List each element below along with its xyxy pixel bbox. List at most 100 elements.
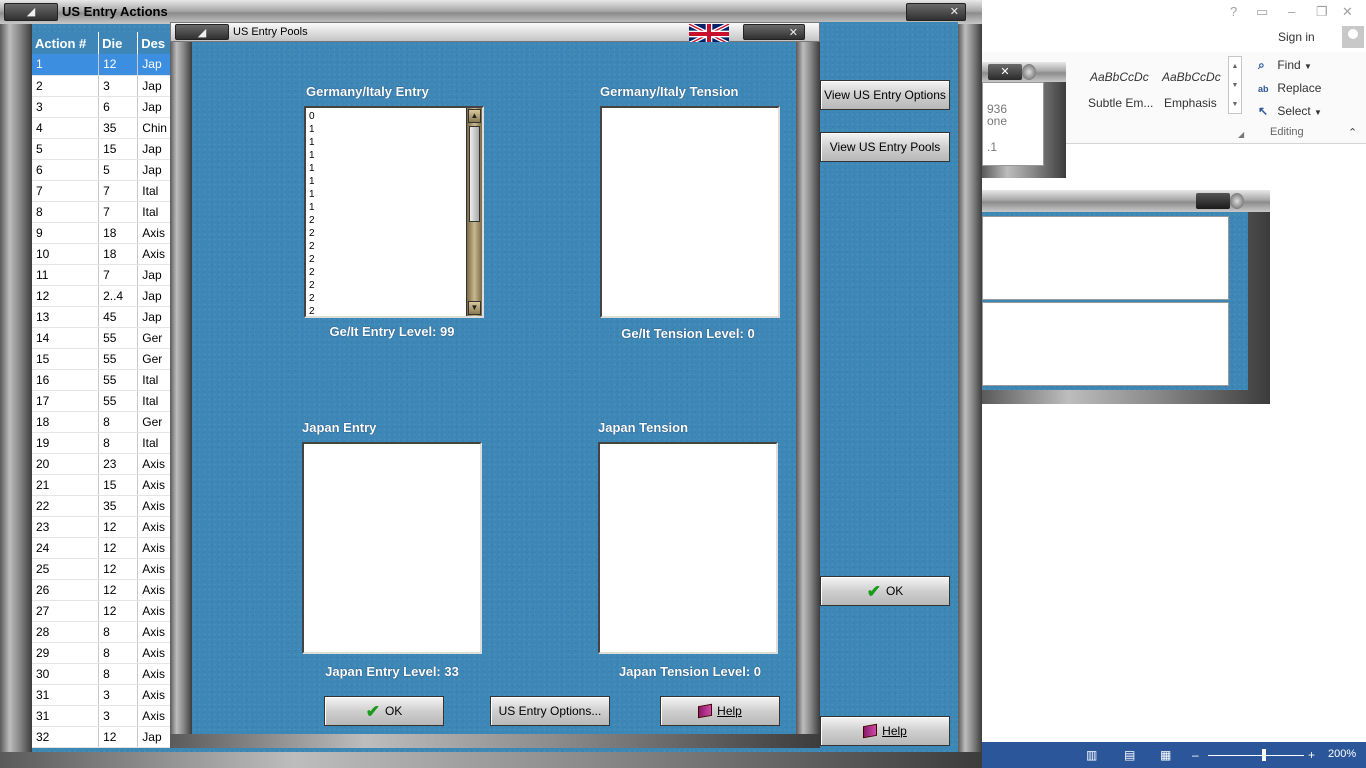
table-row[interactable]: 7 7 Ital bbox=[32, 180, 172, 202]
close-icon[interactable]: ✕ bbox=[1342, 4, 1353, 20]
list-item[interactable]: 2 bbox=[309, 253, 482, 266]
table-row[interactable]: 18 8 Ger bbox=[32, 411, 172, 433]
close-button[interactable]: ✕ bbox=[743, 24, 805, 40]
select-button[interactable]: ↖ Select ▼ bbox=[1258, 104, 1322, 118]
read-mode-icon[interactable]: ▥ bbox=[1086, 748, 1097, 762]
actions-titlebar[interactable]: ◢ US Entry Actions ✕ bbox=[0, 0, 982, 24]
zoom-in-icon[interactable]: + bbox=[1308, 748, 1315, 762]
actions-help-button[interactable]: Help bbox=[820, 716, 950, 746]
column-header-description[interactable]: Des bbox=[137, 32, 172, 54]
zoom-out-icon[interactable]: – bbox=[1192, 748, 1199, 762]
table-row[interactable]: 28 8 Axis bbox=[32, 621, 172, 643]
ge-it-entry-listbox[interactable]: 0111111122222222 ▲ ▼ bbox=[304, 106, 484, 318]
list-item[interactable]: 2 bbox=[309, 305, 482, 318]
japan-entry-listbox[interactable] bbox=[302, 442, 482, 654]
list-item[interactable]: 0 bbox=[309, 110, 482, 123]
table-row[interactable]: 25 12 Axis bbox=[32, 558, 172, 580]
more-icon[interactable]: ▼ bbox=[1229, 95, 1241, 114]
help-icon[interactable]: ? bbox=[1230, 4, 1237, 19]
table-row[interactable]: 3 6 Jap bbox=[32, 96, 172, 118]
table-row[interactable]: 26 12 Axis bbox=[32, 579, 172, 601]
table-row[interactable]: 17 55 Ital bbox=[32, 390, 172, 412]
table-row[interactable]: 10 18 Axis bbox=[32, 243, 172, 265]
table-row[interactable]: 5 15 Jap bbox=[32, 138, 172, 160]
style-preview-emphasis[interactable]: AaBbCcDc bbox=[1162, 70, 1221, 84]
table-row[interactable]: 12 2..4 Jap bbox=[32, 285, 172, 307]
dialog-launcher-icon[interactable]: ◢ bbox=[1238, 130, 1244, 139]
pools-titlebar[interactable]: ◢ US Entry Pools ✕ bbox=[170, 22, 820, 44]
table-row[interactable]: 15 55 Ger bbox=[32, 348, 172, 370]
table-row[interactable]: 22 35 Axis bbox=[32, 495, 172, 517]
pools-help-button[interactable]: Help bbox=[660, 696, 780, 726]
table-row[interactable]: 19 8 Ital bbox=[32, 432, 172, 454]
list-item[interactable]: 2 bbox=[309, 214, 482, 227]
view-us-entry-pools-button[interactable]: View US Entry Pools bbox=[820, 132, 950, 162]
style-name-subtle-emphasis[interactable]: Subtle Em... bbox=[1088, 96, 1153, 110]
print-layout-icon[interactable]: ▤ bbox=[1124, 748, 1135, 762]
window-menu-icon[interactable]: ◢ bbox=[175, 24, 229, 40]
list-item[interactable]: 2 bbox=[309, 227, 482, 240]
table-row[interactable]: 31 3 Axis bbox=[32, 705, 172, 727]
list-item[interactable]: 1 bbox=[309, 201, 482, 214]
list-item[interactable]: 2 bbox=[309, 240, 482, 253]
table-row[interactable]: 4 35 Chin bbox=[32, 117, 172, 139]
table-row[interactable]: 31 3 Axis bbox=[32, 684, 172, 706]
style-preview-subtle-emphasis[interactable]: AaBbCcDc bbox=[1090, 70, 1149, 84]
web-layout-icon[interactable]: ▦ bbox=[1160, 748, 1171, 762]
table-row[interactable]: 16 55 Ital bbox=[32, 369, 172, 391]
list-item[interactable]: 1 bbox=[309, 123, 482, 136]
list-item[interactable]: 1 bbox=[309, 136, 482, 149]
collapse-ribbon-icon[interactable]: ⌃ bbox=[1348, 126, 1357, 139]
table-row[interactable]: 9 18 Axis bbox=[32, 222, 172, 244]
restore-icon[interactable]: ❐ bbox=[1316, 4, 1328, 20]
zoom-level[interactable]: 200% bbox=[1328, 748, 1356, 760]
scroll-thumb[interactable] bbox=[469, 126, 480, 222]
table-row[interactable]: 20 23 Axis bbox=[32, 453, 172, 475]
table-row[interactable]: 23 12 Axis bbox=[32, 516, 172, 538]
scroll-up-icon[interactable]: ▲ bbox=[468, 109, 481, 123]
list-item[interactable]: 1 bbox=[309, 149, 482, 162]
table-row[interactable]: 1 12 Jap bbox=[32, 54, 172, 76]
table-row[interactable]: 32 12 Jap bbox=[32, 726, 172, 748]
ge-it-tension-listbox[interactable] bbox=[600, 106, 780, 318]
table-row[interactable]: 21 15 Axis bbox=[32, 474, 172, 496]
list-item[interactable]: 1 bbox=[309, 188, 482, 201]
column-header-action[interactable]: Action # bbox=[32, 32, 100, 54]
window-menu-icon[interactable]: ◢ bbox=[4, 3, 58, 21]
scroll-down-icon[interactable]: ▼ bbox=[468, 301, 481, 315]
table-row[interactable]: 6 5 Jap bbox=[32, 159, 172, 181]
background-listbox[interactable] bbox=[982, 216, 1229, 300]
zoom-slider-thumb[interactable] bbox=[1262, 749, 1266, 761]
list-item[interactable]: 2 bbox=[309, 266, 482, 279]
close-icon[interactable] bbox=[1196, 193, 1244, 209]
table-row[interactable]: 29 8 Axis bbox=[32, 642, 172, 664]
table-row[interactable]: 14 55 Ger bbox=[32, 327, 172, 349]
list-item[interactable]: 2 bbox=[309, 292, 482, 305]
column-header-die[interactable]: Die bbox=[98, 32, 139, 54]
list-item[interactable]: 1 bbox=[309, 162, 482, 175]
table-row[interactable]: 2 3 Jap bbox=[32, 75, 172, 97]
background-listbox[interactable] bbox=[982, 302, 1229, 386]
ribbon-display-icon[interactable]: ▭ bbox=[1256, 4, 1268, 20]
sign-in-link[interactable]: Sign in bbox=[1278, 30, 1315, 44]
styles-gallery-scroll[interactable]: ▲ ▼ ▼ bbox=[1228, 56, 1242, 114]
chevron-down-icon[interactable]: ▼ bbox=[1229, 76, 1241, 95]
table-row[interactable]: 11 7 Jap bbox=[32, 264, 172, 286]
minimize-icon[interactable]: – bbox=[1288, 4, 1295, 19]
japan-tension-listbox[interactable] bbox=[598, 442, 778, 654]
close-icon[interactable]: ✕ bbox=[988, 64, 1036, 80]
zoom-slider[interactable] bbox=[1208, 755, 1304, 756]
us-entry-options-button[interactable]: US Entry Options... bbox=[490, 696, 610, 726]
pools-ok-button[interactable]: ✔ OK bbox=[324, 696, 444, 726]
avatar[interactable] bbox=[1342, 26, 1364, 48]
find-button[interactable]: ⌕ Find ▼ bbox=[1258, 58, 1312, 73]
table-row[interactable]: 30 8 Axis bbox=[32, 663, 172, 685]
table-row[interactable]: 27 12 Axis bbox=[32, 600, 172, 622]
ge-it-entry-scrollbar[interactable]: ▲ ▼ bbox=[466, 108, 482, 316]
table-row[interactable]: 8 7 Ital bbox=[32, 201, 172, 223]
actions-ok-button[interactable]: ✔ OK bbox=[820, 576, 950, 606]
chevron-up-icon[interactable]: ▲ bbox=[1229, 57, 1241, 76]
list-item[interactable]: 1 bbox=[309, 175, 482, 188]
style-name-emphasis[interactable]: Emphasis bbox=[1164, 96, 1217, 110]
list-item[interactable]: 2 bbox=[309, 279, 482, 292]
